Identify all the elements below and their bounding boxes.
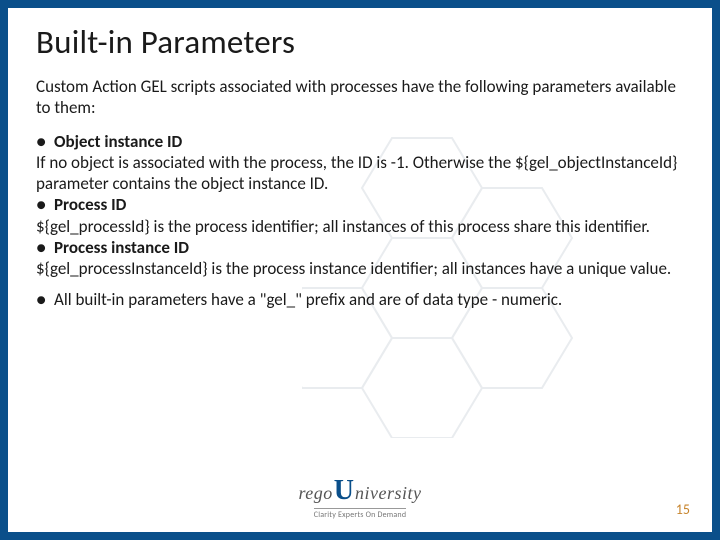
note-block: ● All built-in parameters have a "gel_" … [36,289,684,310]
param-1: ● Object instance ID [36,131,684,152]
param-2: ● Process ID [36,194,684,215]
slide-title: Built-in Parameters [36,22,684,62]
bullet-icon: ● [36,194,46,215]
logo-u: U [334,475,354,507]
param-1-desc: If no object is associated with the proc… [36,152,684,195]
param-3-desc: ${gel_processInstanceId} is the process … [36,258,684,279]
param-3: ● Process instance ID [36,237,684,258]
page-number: 15 [676,501,690,518]
param-1-name: Object instance ID [54,131,182,152]
logo-tagline: Clarity Experts On Demand [314,508,406,520]
intro-text: Custom Action GEL scripts associated wit… [36,76,684,119]
params-block: ● Object instance ID If no object is ass… [36,131,684,280]
param-3-name: Process instance ID [54,237,189,258]
bullet-icon: ● [36,289,54,310]
bullet-icon: ● [36,237,46,258]
param-2-name: Process ID [54,194,126,215]
bullet-icon: ● [36,131,46,152]
logo: regoUniversity Clarity Experts On Demand [8,475,712,520]
logo-right: niversity [355,483,421,504]
param-2-desc: ${gel_processId} is the process identifi… [36,216,684,237]
note-text: All built-in parameters have a "gel_" pr… [54,289,684,310]
logo-left: rego [298,483,332,504]
